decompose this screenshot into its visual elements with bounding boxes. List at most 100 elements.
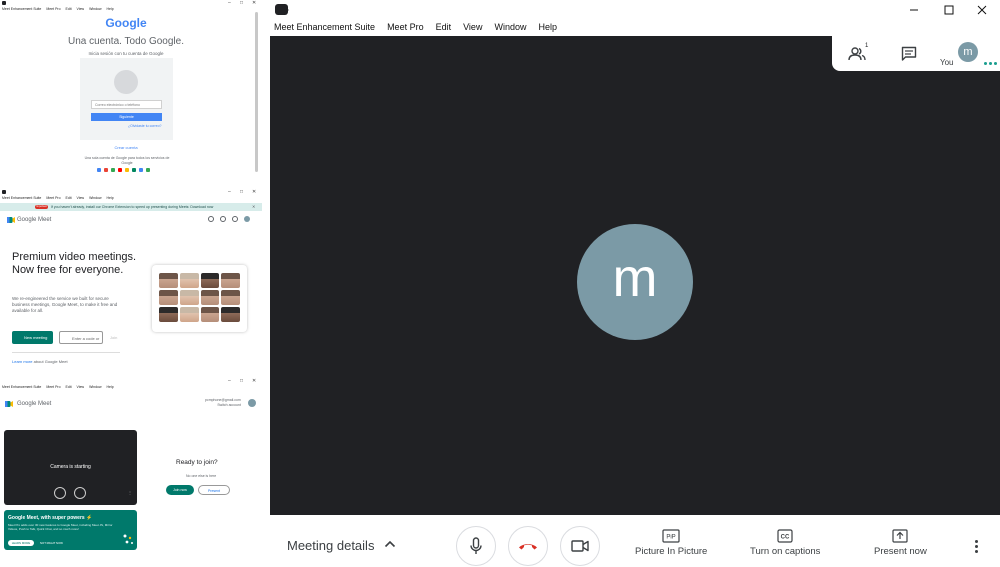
microphone-button[interactable] [456, 526, 496, 566]
camera-icon[interactable] [74, 487, 86, 499]
minimize-icon[interactable]: – [228, 0, 231, 6]
menu-item[interactable]: Meet Enhancement Suite [2, 385, 41, 389]
maximize-icon[interactable] [936, 2, 962, 18]
signin-headline: Una cuenta. Todo Google. [67, 36, 184, 47]
menu-item[interactable]: Window [89, 196, 101, 200]
maximize-icon[interactable]: □ [240, 189, 243, 195]
divider [12, 352, 120, 353]
close-icon[interactable]: ✕ [252, 189, 256, 195]
chat-button[interactable] [884, 36, 934, 71]
join-now-button[interactable]: Join now [166, 485, 194, 495]
menu-item[interactable]: Help [107, 385, 114, 389]
avatar[interactable] [248, 399, 256, 407]
menu-item[interactable]: Window [89, 385, 101, 389]
menu-edit[interactable]: Edit [432, 20, 452, 36]
video-tile [221, 307, 240, 322]
email-field[interactable]: Correo electrónico o teléfono [91, 100, 162, 109]
camera-preview: Camera is starting ⋮ [4, 430, 137, 505]
video-tile [221, 290, 240, 305]
settings-icon[interactable] [232, 216, 238, 222]
leave-call-button[interactable] [508, 526, 548, 566]
menu-item[interactable]: View [77, 7, 85, 11]
avatar-placeholder-icon [114, 70, 138, 94]
menu-window[interactable]: Window [490, 20, 526, 36]
close-icon[interactable] [969, 2, 995, 18]
menu-item[interactable]: Edit [66, 196, 72, 200]
app-logo-icon [2, 1, 6, 5]
next-button[interactable]: Siguiente [91, 113, 162, 121]
captions-button[interactable]: CC Turn on captions [750, 529, 820, 557]
menu-meet-enhancement-suite[interactable]: Meet Enhancement Suite [270, 20, 375, 36]
menu-view[interactable]: View [459, 20, 482, 36]
menu-item[interactable]: Meet Pro [46, 7, 60, 11]
thumbnail-signin-window[interactable]: – □ ✕ Meet Enhancement Suite Meet Pro Ed… [0, 0, 262, 188]
microphone-icon[interactable] [54, 487, 66, 499]
video-tile [159, 307, 178, 322]
meeting-code-input[interactable]: Enter a code or [59, 331, 103, 344]
close-icon[interactable]: ✕ [252, 204, 255, 209]
picture-in-picture-button[interactable]: PiP Picture In Picture [635, 529, 707, 557]
thumb-titlebar: – □ ✕ [0, 378, 262, 384]
menu-item[interactable]: Help [107, 196, 114, 200]
minimize-icon[interactable]: – [228, 189, 231, 195]
play-icon [132, 168, 136, 172]
feedback-icon[interactable] [220, 216, 226, 222]
thumb-menubar: Meet Enhancement Suite Meet Pro Edit Vie… [0, 196, 117, 200]
menu-item[interactable]: Meet Enhancement Suite [2, 196, 41, 200]
menu-item[interactable]: Edit [66, 7, 72, 11]
meeting-controls-bar: Meeting details PiP Picture In Picture C… [270, 515, 1000, 567]
banner-text[interactable]: If you haven't already, install our Chro… [51, 205, 213, 209]
chrome-icon [139, 168, 143, 172]
minimize-icon[interactable]: – [228, 378, 231, 384]
menu-item[interactable]: Meet Pro [46, 385, 60, 389]
forgot-email-link[interactable]: ¿Olvidaste tu correo? [128, 124, 161, 128]
learn-more-link[interactable]: Learn more [12, 359, 32, 364]
close-icon[interactable]: ✕ [252, 0, 256, 6]
create-account-link[interactable]: Crear cuenta [0, 145, 252, 150]
menu-meet-pro[interactable]: Meet Pro [383, 20, 424, 36]
scrollbar[interactable] [255, 12, 258, 172]
menu-item[interactable]: View [77, 385, 85, 389]
menu-item[interactable]: Help [107, 7, 114, 11]
people-button[interactable]: 1 [832, 36, 882, 71]
google-app-icons [97, 168, 150, 172]
thumbnail-meet-landing-window[interactable]: – □ ✕ Meet Enhancement Suite Meet Pro Ed… [0, 189, 262, 376]
promo-dismiss-button[interactable]: NOT RIGHT NOW [40, 541, 63, 545]
menu-item[interactable]: View [77, 196, 85, 200]
menu-help[interactable]: Help [534, 20, 557, 36]
close-icon[interactable]: ✕ [252, 378, 256, 384]
important-badge: Important [35, 205, 48, 209]
new-meeting-button[interactable]: New meeting [12, 331, 53, 344]
maximize-icon[interactable]: □ [240, 0, 243, 6]
self-avatar[interactable]: m [958, 42, 978, 62]
present-now-button[interactable]: Present now [874, 529, 927, 557]
menu-item[interactable]: Meet Enhancement Suite [2, 7, 41, 11]
header-icons [208, 216, 250, 222]
hero-headline: Premium video meetings. Now free for eve… [12, 251, 137, 276]
minimize-icon[interactable] [901, 2, 927, 18]
more-options-icon[interactable] [975, 540, 978, 553]
menu-item[interactable]: Meet Pro [46, 196, 60, 200]
meeting-details-button[interactable]: Meeting details [287, 538, 374, 553]
pip-icon: PiP [662, 529, 680, 543]
thumbnail-ready-to-join-window[interactable]: – □ ✕ Meet Enhancement Suite Meet Pro Ed… [0, 378, 262, 553]
extension-banner: Important If you haven't already, instal… [0, 203, 262, 211]
more-options-icon[interactable]: ⋮ [128, 490, 132, 495]
menu-item[interactable]: Edit [66, 385, 72, 389]
present-button[interactable]: Present [198, 485, 230, 495]
menu-item[interactable]: Window [89, 7, 101, 11]
help-icon[interactable] [208, 216, 214, 222]
avatar[interactable] [244, 216, 250, 222]
learn-more-rest: about Google Meet [33, 359, 68, 364]
join-button[interactable]: Join [110, 335, 117, 340]
app-name: Google Meet [17, 217, 52, 223]
promo-learn-more-button[interactable]: LEARN MORE [8, 540, 34, 546]
menubar: Meet Enhancement Suite Meet Pro Edit Vie… [270, 20, 565, 36]
video-tile [179, 273, 199, 288]
chevron-up-icon[interactable] [384, 539, 396, 549]
maximize-icon[interactable]: □ [240, 378, 243, 384]
switch-account-link[interactable]: Switch account [205, 403, 241, 408]
video-tile [200, 273, 220, 288]
camera-button[interactable] [560, 526, 600, 566]
video-tile [200, 290, 220, 305]
